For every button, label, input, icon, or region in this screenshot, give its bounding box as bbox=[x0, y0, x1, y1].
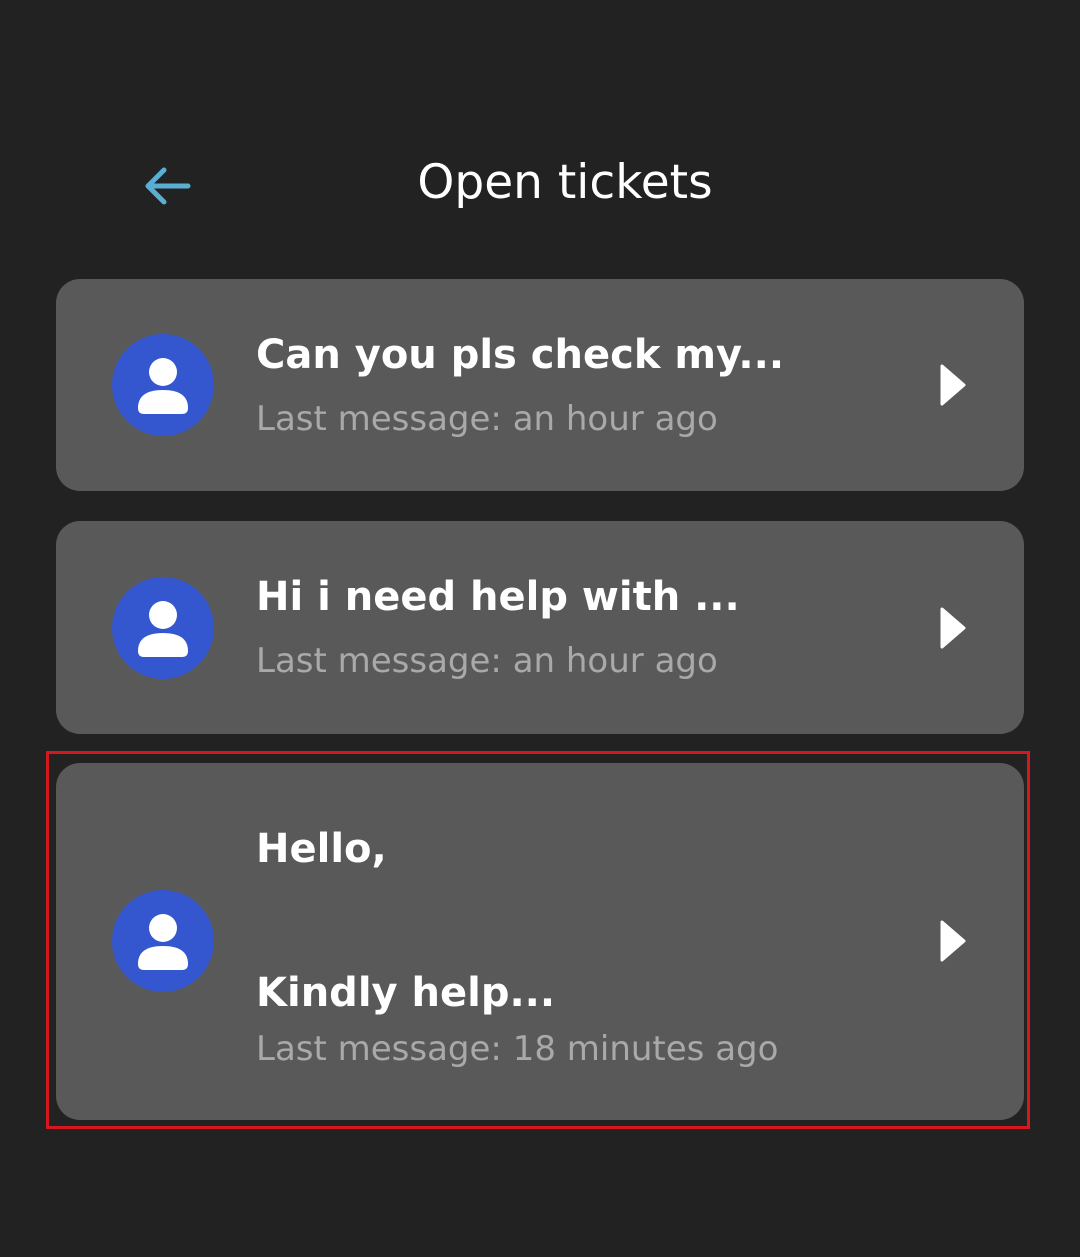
ticket-last-message: Last message: an hour ago bbox=[256, 399, 718, 439]
chevron-right-icon bbox=[940, 364, 966, 406]
ticket-item[interactable]: Can you pls check my... Last message: an… bbox=[56, 279, 1024, 491]
open-tickets-screen: Open tickets Can you pls check my... Las… bbox=[0, 0, 1080, 1257]
avatar bbox=[112, 890, 214, 992]
ticket-title: Can you pls check my... bbox=[256, 332, 785, 378]
page-title: Open tickets bbox=[417, 155, 713, 210]
ticket-last-message: Last message: an hour ago bbox=[256, 641, 718, 681]
ticket-title: Hello, Kindly help... bbox=[256, 826, 556, 1016]
ticket-title: Hi i need help with ... bbox=[256, 574, 740, 620]
avatar bbox=[112, 334, 214, 436]
chevron-right-icon bbox=[940, 920, 966, 962]
person-icon bbox=[138, 601, 188, 657]
avatar bbox=[112, 577, 214, 679]
person-icon bbox=[138, 914, 188, 970]
ticket-last-message: Last message: 18 minutes ago bbox=[256, 1029, 779, 1069]
person-icon bbox=[138, 358, 188, 414]
ticket-item[interactable]: Hello, Kindly help... Last message: 18 m… bbox=[56, 763, 1024, 1120]
ticket-item[interactable]: Hi i need help with ... Last message: an… bbox=[56, 521, 1024, 734]
chevron-right-icon bbox=[940, 607, 966, 649]
